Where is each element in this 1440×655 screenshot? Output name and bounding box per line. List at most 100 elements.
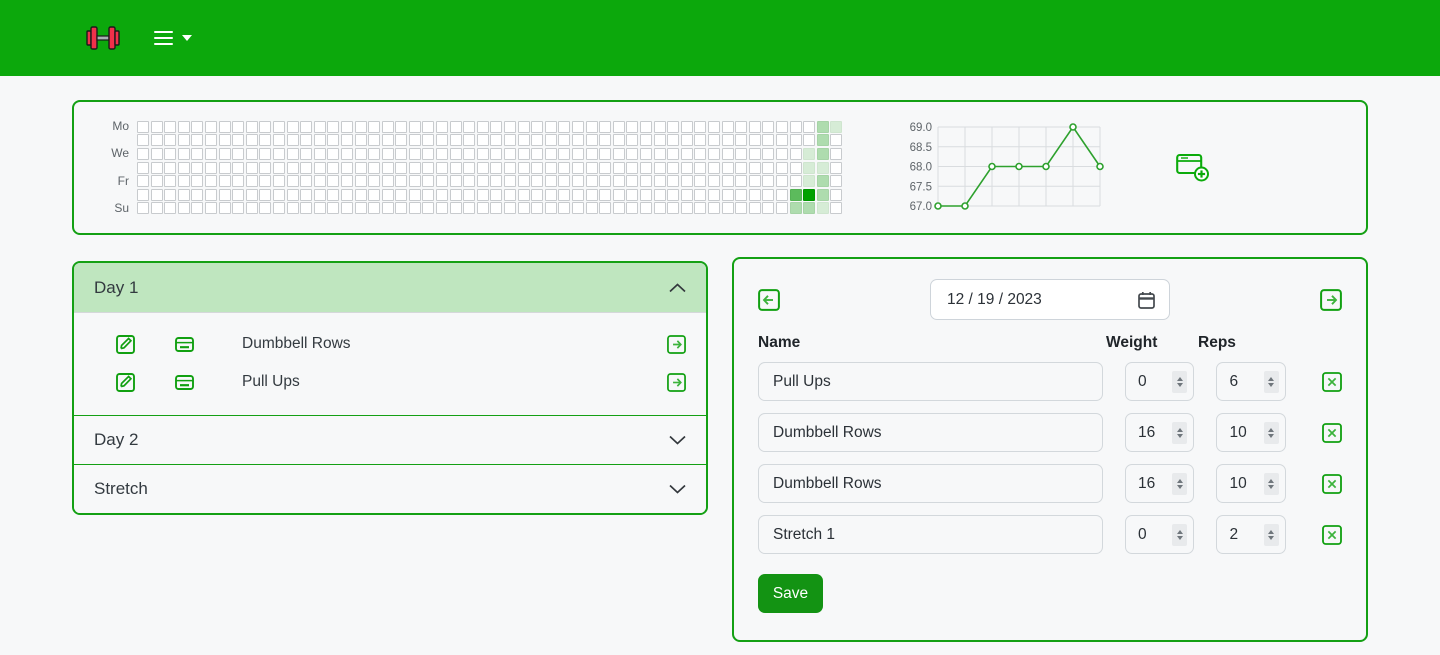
exercise-card-button[interactable] xyxy=(175,373,194,392)
heatmap-cell[interactable] xyxy=(585,147,598,160)
heatmap-cell[interactable] xyxy=(245,120,258,133)
heatmap-cell[interactable] xyxy=(762,134,775,147)
heatmap-cell[interactable] xyxy=(803,120,816,133)
heatmap-cell[interactable] xyxy=(218,188,231,201)
heatmap-cell[interactable] xyxy=(218,134,231,147)
spinner-down-icon[interactable] xyxy=(1268,433,1275,438)
heatmap-cell[interactable] xyxy=(327,120,340,133)
heatmap-cell[interactable] xyxy=(626,188,639,201)
heatmap-cell[interactable] xyxy=(544,202,557,215)
heatmap-cell[interactable] xyxy=(354,120,367,133)
heatmap-cell[interactable] xyxy=(204,175,217,188)
heatmap-cell[interactable] xyxy=(476,175,489,188)
heatmap-cell[interactable] xyxy=(680,161,693,174)
reps-spinner[interactable] xyxy=(1263,472,1279,495)
heatmap-cell[interactable] xyxy=(408,202,421,215)
heatmap-cell[interactable] xyxy=(775,175,788,188)
heatmap-cell[interactable] xyxy=(204,120,217,133)
heatmap-cell[interactable] xyxy=(422,147,435,160)
heatmap-cell[interactable] xyxy=(490,134,503,147)
heatmap-cell[interactable] xyxy=(735,161,748,174)
heatmap-cell[interactable] xyxy=(381,188,394,201)
heatmap-cell[interactable] xyxy=(476,202,489,215)
heatmap-cell[interactable] xyxy=(599,202,612,215)
heatmap-cell[interactable] xyxy=(517,175,530,188)
heatmap-cell[interactable] xyxy=(476,188,489,201)
heatmap-cell[interactable] xyxy=(422,120,435,133)
heatmap-cell[interactable] xyxy=(313,147,326,160)
heatmap-cell[interactable] xyxy=(707,175,720,188)
heatmap-cell[interactable] xyxy=(272,202,285,215)
heatmap-cell[interactable] xyxy=(177,188,190,201)
heatmap-cell[interactable] xyxy=(327,134,340,147)
heatmap-cell[interactable] xyxy=(490,120,503,133)
heatmap-cell[interactable] xyxy=(368,161,381,174)
heatmap-cell[interactable] xyxy=(707,161,720,174)
heatmap-cell[interactable] xyxy=(137,120,149,133)
heatmap-cell[interactable] xyxy=(558,202,571,215)
heatmap-cell[interactable] xyxy=(300,134,313,147)
heatmap-cell[interactable] xyxy=(585,175,598,188)
heatmap-cell[interactable] xyxy=(653,175,666,188)
heatmap-cell[interactable] xyxy=(803,202,816,215)
heatmap-cell[interactable] xyxy=(531,134,544,147)
heatmap-cell[interactable] xyxy=(327,175,340,188)
heatmap-cell[interactable] xyxy=(177,147,190,160)
heatmap-cell[interactable] xyxy=(775,161,788,174)
heatmap-cell[interactable] xyxy=(449,202,462,215)
heatmap-cell[interactable] xyxy=(694,202,707,215)
heatmap-cell[interactable] xyxy=(775,134,788,147)
heatmap-cell[interactable] xyxy=(436,147,449,160)
heatmap-cell[interactable] xyxy=(259,175,272,188)
heatmap-cell[interactable] xyxy=(558,120,571,133)
heatmap-cell[interactable] xyxy=(639,147,652,160)
heatmap-cell[interactable] xyxy=(232,134,245,147)
heatmap-cell[interactable] xyxy=(694,120,707,133)
heatmap-cell[interactable] xyxy=(368,202,381,215)
heatmap-cell[interactable] xyxy=(368,120,381,133)
heatmap-cell[interactable] xyxy=(191,147,204,160)
heatmap-cell[interactable] xyxy=(395,134,408,147)
heatmap-cell[interactable] xyxy=(218,175,231,188)
heatmap-cell[interactable] xyxy=(707,134,720,147)
heatmap-cell[interactable] xyxy=(735,147,748,160)
heatmap-cell[interactable] xyxy=(381,120,394,133)
spinner-down-icon[interactable] xyxy=(1176,433,1183,438)
heatmap-cell[interactable] xyxy=(395,175,408,188)
heatmap-cell[interactable] xyxy=(327,147,340,160)
chart-data-point[interactable] xyxy=(934,201,943,210)
heatmap-cell[interactable] xyxy=(830,134,843,147)
heatmap-cell[interactable] xyxy=(667,202,680,215)
heatmap-cell[interactable] xyxy=(694,134,707,147)
heatmap-cell[interactable] xyxy=(694,147,707,160)
heatmap-cell[interactable] xyxy=(245,134,258,147)
heatmap-cell[interactable] xyxy=(721,120,734,133)
heatmap-cell[interactable] xyxy=(531,188,544,201)
heatmap-cell[interactable] xyxy=(313,202,326,215)
heatmap-cell[interactable] xyxy=(218,202,231,215)
heatmap-cell[interactable] xyxy=(517,188,530,201)
heatmap-cell[interactable] xyxy=(150,175,163,188)
heatmap-cell[interactable] xyxy=(463,147,476,160)
heatmap-cell[interactable] xyxy=(232,147,245,160)
heatmap-cell[interactable] xyxy=(300,188,313,201)
heatmap-cell[interactable] xyxy=(653,134,666,147)
weight-stepper[interactable]: 16 xyxy=(1124,464,1195,503)
reps-spinner[interactable] xyxy=(1263,421,1279,444)
heatmap-cell[interactable] xyxy=(816,134,829,147)
heatmap-cell[interactable] xyxy=(218,161,231,174)
heatmap-cell[interactable] xyxy=(504,188,517,201)
chart-data-point[interactable] xyxy=(961,201,970,210)
reps-spinner[interactable] xyxy=(1263,370,1279,393)
exercise-name-input[interactable] xyxy=(758,362,1103,401)
heatmap-cell[interactable] xyxy=(232,175,245,188)
heatmap-cell[interactable] xyxy=(612,202,625,215)
heatmap-cell[interactable] xyxy=(150,161,163,174)
spinner-down-icon[interactable] xyxy=(1268,484,1275,489)
exercise-name-input[interactable] xyxy=(758,515,1103,554)
heatmap-cell[interactable] xyxy=(232,188,245,201)
heatmap-cell[interactable] xyxy=(150,188,163,201)
spinner-up-icon[interactable] xyxy=(1176,478,1183,483)
weight-stepper[interactable]: 0 xyxy=(1124,515,1195,554)
heatmap-cell[interactable] xyxy=(680,147,693,160)
